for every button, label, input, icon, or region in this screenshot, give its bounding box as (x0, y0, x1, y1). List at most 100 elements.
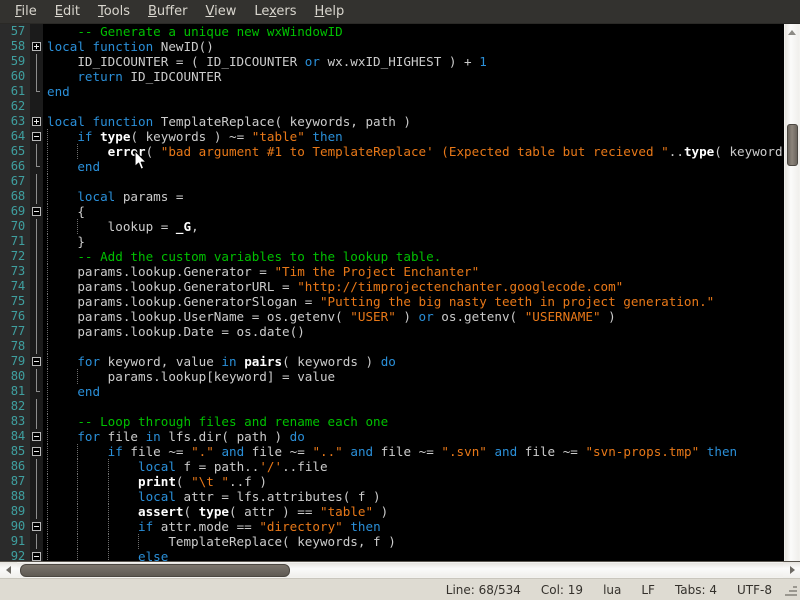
code-line[interactable]: 73 params.lookup.Generator = "Tim the Pr… (0, 264, 783, 279)
fold-margin[interactable] (30, 264, 43, 279)
fold-margin[interactable] (30, 144, 43, 159)
code-line[interactable]: 65 error( "bad argument #1 to TemplateRe… (0, 144, 783, 159)
code-line[interactable]: 60 return ID_IDCOUNTER (0, 69, 783, 84)
code-line[interactable]: 61 end (0, 84, 783, 99)
fold-collapse-icon[interactable] (32, 357, 41, 366)
fold-collapse-icon[interactable] (32, 552, 41, 561)
fold-margin[interactable] (30, 444, 43, 459)
code-line[interactable]: 66 end (0, 159, 783, 174)
menu-item-file[interactable]: File (6, 2, 46, 22)
code-line[interactable]: 84 for file in lfs.dir( path ) do (0, 429, 783, 444)
fold-margin[interactable] (30, 99, 43, 114)
code-line[interactable]: 62 (0, 99, 783, 114)
scroll-right-button[interactable] (783, 562, 800, 578)
code-line[interactable]: 71 } (0, 234, 783, 249)
fold-margin[interactable] (30, 69, 43, 84)
vertical-scroll-thumb[interactable] (787, 124, 798, 166)
code-line[interactable]: 68 local params = (0, 189, 783, 204)
fold-margin[interactable] (30, 84, 43, 99)
fold-margin[interactable] (30, 54, 43, 69)
window-resize-grip[interactable] (782, 582, 798, 598)
fold-margin[interactable] (30, 204, 43, 219)
code-line[interactable]: 78 (0, 339, 783, 354)
fold-margin[interactable] (30, 369, 43, 384)
code-line[interactable]: 69 { (0, 204, 783, 219)
fold-collapse-icon[interactable] (32, 522, 41, 531)
code-line[interactable]: 58 local function NewID() (0, 39, 783, 54)
scroll-up-button[interactable] (785, 24, 799, 41)
fold-margin[interactable] (30, 354, 43, 369)
menu-item-lexers[interactable]: Lexers (245, 2, 305, 22)
fold-margin[interactable] (30, 249, 43, 264)
fold-collapse-icon[interactable] (32, 432, 41, 441)
code-line[interactable]: 83 -- Loop through files and rename each… (0, 414, 783, 429)
code-line[interactable]: 59 ID_IDCOUNTER = ( ID_IDCOUNTER or wx.w… (0, 54, 783, 69)
fold-margin[interactable] (30, 339, 43, 354)
fold-margin[interactable] (30, 414, 43, 429)
fold-margin[interactable] (30, 324, 43, 339)
fold-margin[interactable] (30, 159, 43, 174)
fold-collapse-icon[interactable] (32, 207, 41, 216)
vertical-scrollbar[interactable] (783, 24, 800, 561)
code-line[interactable]: 75 params.lookup.GeneratorSlogan = "Putt… (0, 294, 783, 309)
code-line[interactable]: 70 lookup = _G, (0, 219, 783, 234)
fold-margin[interactable] (30, 114, 43, 129)
code-line[interactable]: 85 if file ~= "." and file ~= ".." and f… (0, 444, 783, 459)
code-line[interactable]: 90 if attr.mode == "directory" then (0, 519, 783, 534)
fold-margin[interactable] (30, 474, 43, 489)
code-line[interactable]: 91 TemplateReplace( keywords, f ) (0, 534, 783, 549)
menu-item-edit[interactable]: Edit (46, 2, 89, 22)
horizontal-scrollbar[interactable] (0, 561, 800, 578)
code-line[interactable]: 64 if type( keywords ) ~= "table" then (0, 129, 783, 144)
code-line[interactable]: 76 params.lookup.UserName = os.getenv( "… (0, 309, 783, 324)
status-encoding[interactable]: UTF-8 (727, 583, 782, 597)
fold-margin[interactable] (30, 219, 43, 234)
vertical-scroll-trough[interactable] (785, 41, 799, 561)
code-line[interactable]: 67 (0, 174, 783, 189)
fold-margin[interactable] (30, 129, 43, 144)
status-eol-mode[interactable]: LF (631, 583, 665, 597)
fold-margin[interactable] (30, 174, 43, 189)
menu-item-help[interactable]: Help (306, 2, 354, 22)
fold-margin[interactable] (30, 519, 43, 534)
scroll-left-button[interactable] (0, 562, 17, 578)
code-line[interactable]: 82 (0, 399, 783, 414)
fold-margin[interactable] (30, 294, 43, 309)
status-lexer[interactable]: lua (593, 583, 631, 597)
fold-margin[interactable] (30, 234, 43, 249)
code-view[interactable]: 57 -- Generate a unique new wxWindowID 58… (0, 24, 783, 561)
code-line[interactable]: 79 for keyword, value in pairs( keywords… (0, 354, 783, 369)
fold-margin[interactable] (30, 504, 43, 519)
menu-item-view[interactable]: View (196, 2, 245, 22)
fold-margin[interactable] (30, 549, 43, 561)
fold-margin[interactable] (30, 429, 43, 444)
fold-margin[interactable] (30, 24, 43, 39)
fold-margin[interactable] (30, 459, 43, 474)
fold-margin[interactable] (30, 384, 43, 399)
fold-margin[interactable] (30, 309, 43, 324)
horizontal-scroll-thumb[interactable] (20, 564, 290, 577)
code-line[interactable]: 72 -- Add the custom variables to the lo… (0, 249, 783, 264)
code-line[interactable]: 57 -- Generate a unique new wxWindowID (0, 24, 783, 39)
menu-item-tools[interactable]: Tools (89, 2, 139, 22)
fold-expand-icon[interactable] (32, 117, 41, 126)
fold-margin[interactable] (30, 534, 43, 549)
code-line[interactable]: 86 local f = path..'/'..file (0, 459, 783, 474)
code-line[interactable]: 63 local function TemplateReplace( keywor… (0, 114, 783, 129)
fold-collapse-icon[interactable] (32, 447, 41, 456)
menu-item-buffer[interactable]: Buffer (139, 2, 196, 22)
fold-margin[interactable] (30, 189, 43, 204)
code-line[interactable]: 74 params.lookup.GeneratorURL = "http://… (0, 279, 783, 294)
fold-collapse-icon[interactable] (32, 132, 41, 141)
status-tab-width[interactable]: Tabs: 4 (665, 583, 727, 597)
code-line[interactable]: 87 print( "\t "..f ) (0, 474, 783, 489)
fold-margin[interactable] (30, 399, 43, 414)
fold-margin[interactable] (30, 39, 43, 54)
code-line[interactable]: 89 assert( type( attr ) == "table" ) (0, 504, 783, 519)
code-line[interactable]: 88 local attr = lfs.attributes( f ) (0, 489, 783, 504)
code-line[interactable]: 77 params.lookup.Date = os.date() (0, 324, 783, 339)
fold-expand-icon[interactable] (32, 42, 41, 51)
code-line[interactable]: 92 else (0, 549, 783, 561)
fold-margin[interactable] (30, 279, 43, 294)
fold-margin[interactable] (30, 489, 43, 504)
